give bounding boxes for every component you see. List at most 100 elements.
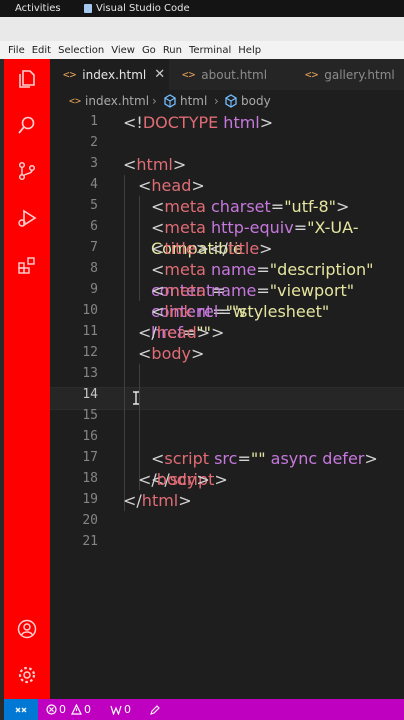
problems-indicator[interactable]: 0 0 bbox=[46, 699, 91, 720]
menu-file[interactable]: File bbox=[8, 45, 25, 56]
html-file-icon: <> bbox=[305, 68, 319, 81]
line-number: 14 bbox=[82, 387, 98, 402]
menu-terminal[interactable]: Terminal bbox=[189, 45, 231, 56]
menu-selection[interactable]: Selection bbox=[58, 45, 104, 56]
app-name: Visual Studio Code bbox=[96, 3, 190, 14]
line-number: 12 bbox=[82, 345, 98, 360]
tab-about-html[interactable]: <> about.html bbox=[169, 59, 287, 90]
code-line-17: <script src="" async defer></script> bbox=[151, 449, 378, 489]
warning-icon bbox=[71, 704, 82, 715]
chevron-right-icon: › bbox=[214, 94, 219, 108]
status-bar: 0 0 0 bbox=[4, 699, 404, 720]
html-file-icon: <> bbox=[69, 95, 82, 107]
live-share-button[interactable] bbox=[149, 699, 161, 720]
line-number: 15 bbox=[82, 408, 98, 423]
remote-indicator-button[interactable] bbox=[4, 699, 38, 720]
ports-count: 0 bbox=[124, 703, 131, 716]
line-number: 4 bbox=[90, 177, 98, 192]
line-number: 7 bbox=[90, 240, 98, 255]
broadcast-icon bbox=[110, 705, 122, 715]
html-file-icon: <> bbox=[182, 68, 196, 81]
line-number: 13 bbox=[82, 366, 98, 381]
tab-label: about.html bbox=[201, 67, 268, 82]
line-number: 9 bbox=[90, 282, 98, 297]
code-line-7: <title></title> bbox=[151, 239, 273, 258]
code-line-19: </html> bbox=[123, 491, 192, 510]
tab-label: index.html bbox=[82, 67, 147, 82]
code-line-12: <body> bbox=[138, 344, 205, 363]
code-line-1: <!DOCTYPE html> bbox=[123, 113, 274, 132]
extensions-icon[interactable] bbox=[17, 255, 37, 275]
indent-guide bbox=[139, 196, 140, 301]
system-top-bar: Activities Visual Studio Code bbox=[0, 0, 404, 17]
code-line-9: <meta name="viewport" content="w bbox=[151, 281, 355, 321]
menu-edit[interactable]: Edit bbox=[32, 45, 51, 56]
line-number-gutter: 1 2 3 4 5 6 7 8 9 10 11 12 13 14 15 16 1… bbox=[50, 112, 100, 699]
menu-bar: File Edit Selection View Go Run Terminal… bbox=[0, 41, 404, 60]
indent-guide bbox=[124, 175, 125, 511]
code-line-5: <meta charset="utf-8"> bbox=[151, 197, 350, 216]
title-bar bbox=[0, 17, 404, 41]
menu-view[interactable]: View bbox=[111, 45, 135, 56]
error-count: 0 bbox=[59, 703, 66, 716]
breadcrumb-body[interactable]: body bbox=[224, 94, 271, 108]
menu-run[interactable]: Run bbox=[163, 45, 182, 56]
code-line-18: </body> bbox=[138, 470, 210, 489]
code-line-8: <meta name="description" content= bbox=[151, 260, 374, 300]
app-menu[interactable]: Visual Studio Code bbox=[84, 0, 190, 17]
line-number: 10 bbox=[82, 303, 98, 318]
explorer-icon[interactable] bbox=[17, 69, 37, 89]
breadcrumb: <> index.html › html › body bbox=[50, 90, 404, 112]
line-number: 3 bbox=[90, 156, 98, 171]
source-control-icon[interactable] bbox=[17, 161, 37, 181]
search-icon[interactable] bbox=[17, 115, 37, 135]
line-number: 5 bbox=[90, 198, 98, 213]
code-line-11: </head> bbox=[138, 323, 211, 342]
line-number: 1 bbox=[90, 114, 98, 129]
gear-icon[interactable] bbox=[17, 665, 37, 685]
ports-indicator[interactable]: 0 bbox=[110, 699, 131, 720]
code-line-6: <meta http-equiv="X-UA-Compatible bbox=[151, 218, 359, 258]
html-file-icon: <> bbox=[63, 68, 77, 81]
run-debug-icon[interactable] bbox=[17, 208, 37, 228]
symbol-element-icon bbox=[225, 94, 237, 108]
tab-gallery-html[interactable]: <> gallery.html bbox=[287, 59, 404, 90]
text-cursor-icon bbox=[133, 391, 139, 405]
editor-tabs: <> index.html ✕ <> about.html <> gallery… bbox=[50, 59, 404, 90]
line-number: 8 bbox=[90, 261, 98, 276]
code-line-3: <html> bbox=[123, 155, 187, 174]
tab-label: gallery.html bbox=[324, 67, 395, 82]
line-number: 11 bbox=[82, 324, 98, 339]
edit-icon bbox=[150, 704, 160, 715]
menu-help[interactable]: Help bbox=[238, 45, 261, 56]
line-number: 19 bbox=[82, 492, 98, 507]
code-editor[interactable]: 1 2 3 4 5 6 7 8 9 10 11 12 13 14 15 16 1… bbox=[50, 112, 404, 699]
line-number: 16 bbox=[82, 429, 98, 444]
line-number: 20 bbox=[82, 513, 98, 528]
breadcrumb-label: body bbox=[241, 94, 271, 108]
line-number: 2 bbox=[90, 135, 98, 150]
tab-index-html[interactable]: <> index.html ✕ bbox=[50, 59, 169, 90]
vscode-icon bbox=[84, 4, 92, 13]
account-icon[interactable] bbox=[17, 619, 37, 639]
activity-bar bbox=[4, 59, 50, 699]
chevron-right-icon: › bbox=[152, 94, 157, 108]
line-number: 6 bbox=[90, 219, 98, 234]
close-icon[interactable]: ✕ bbox=[154, 67, 165, 82]
code-line-4: <head> bbox=[138, 176, 205, 195]
current-line-highlight bbox=[50, 387, 404, 410]
breadcrumb-label: index.html bbox=[85, 94, 150, 108]
line-number: 18 bbox=[82, 471, 98, 486]
menu-go[interactable]: Go bbox=[142, 45, 156, 56]
warning-count: 0 bbox=[84, 703, 91, 716]
error-icon bbox=[46, 704, 57, 715]
breadcrumb-html[interactable]: html bbox=[163, 94, 207, 108]
breadcrumb-file[interactable]: <> index.html bbox=[69, 94, 149, 108]
line-number: 21 bbox=[82, 534, 98, 549]
symbol-element-icon bbox=[164, 94, 176, 108]
remote-icon bbox=[15, 707, 27, 712]
breadcrumb-label: html bbox=[180, 94, 208, 108]
activities-button[interactable]: Activities bbox=[15, 0, 61, 17]
line-number: 17 bbox=[82, 450, 98, 465]
code-line-10: <link rel="stylesheet" href=""> bbox=[151, 302, 330, 342]
